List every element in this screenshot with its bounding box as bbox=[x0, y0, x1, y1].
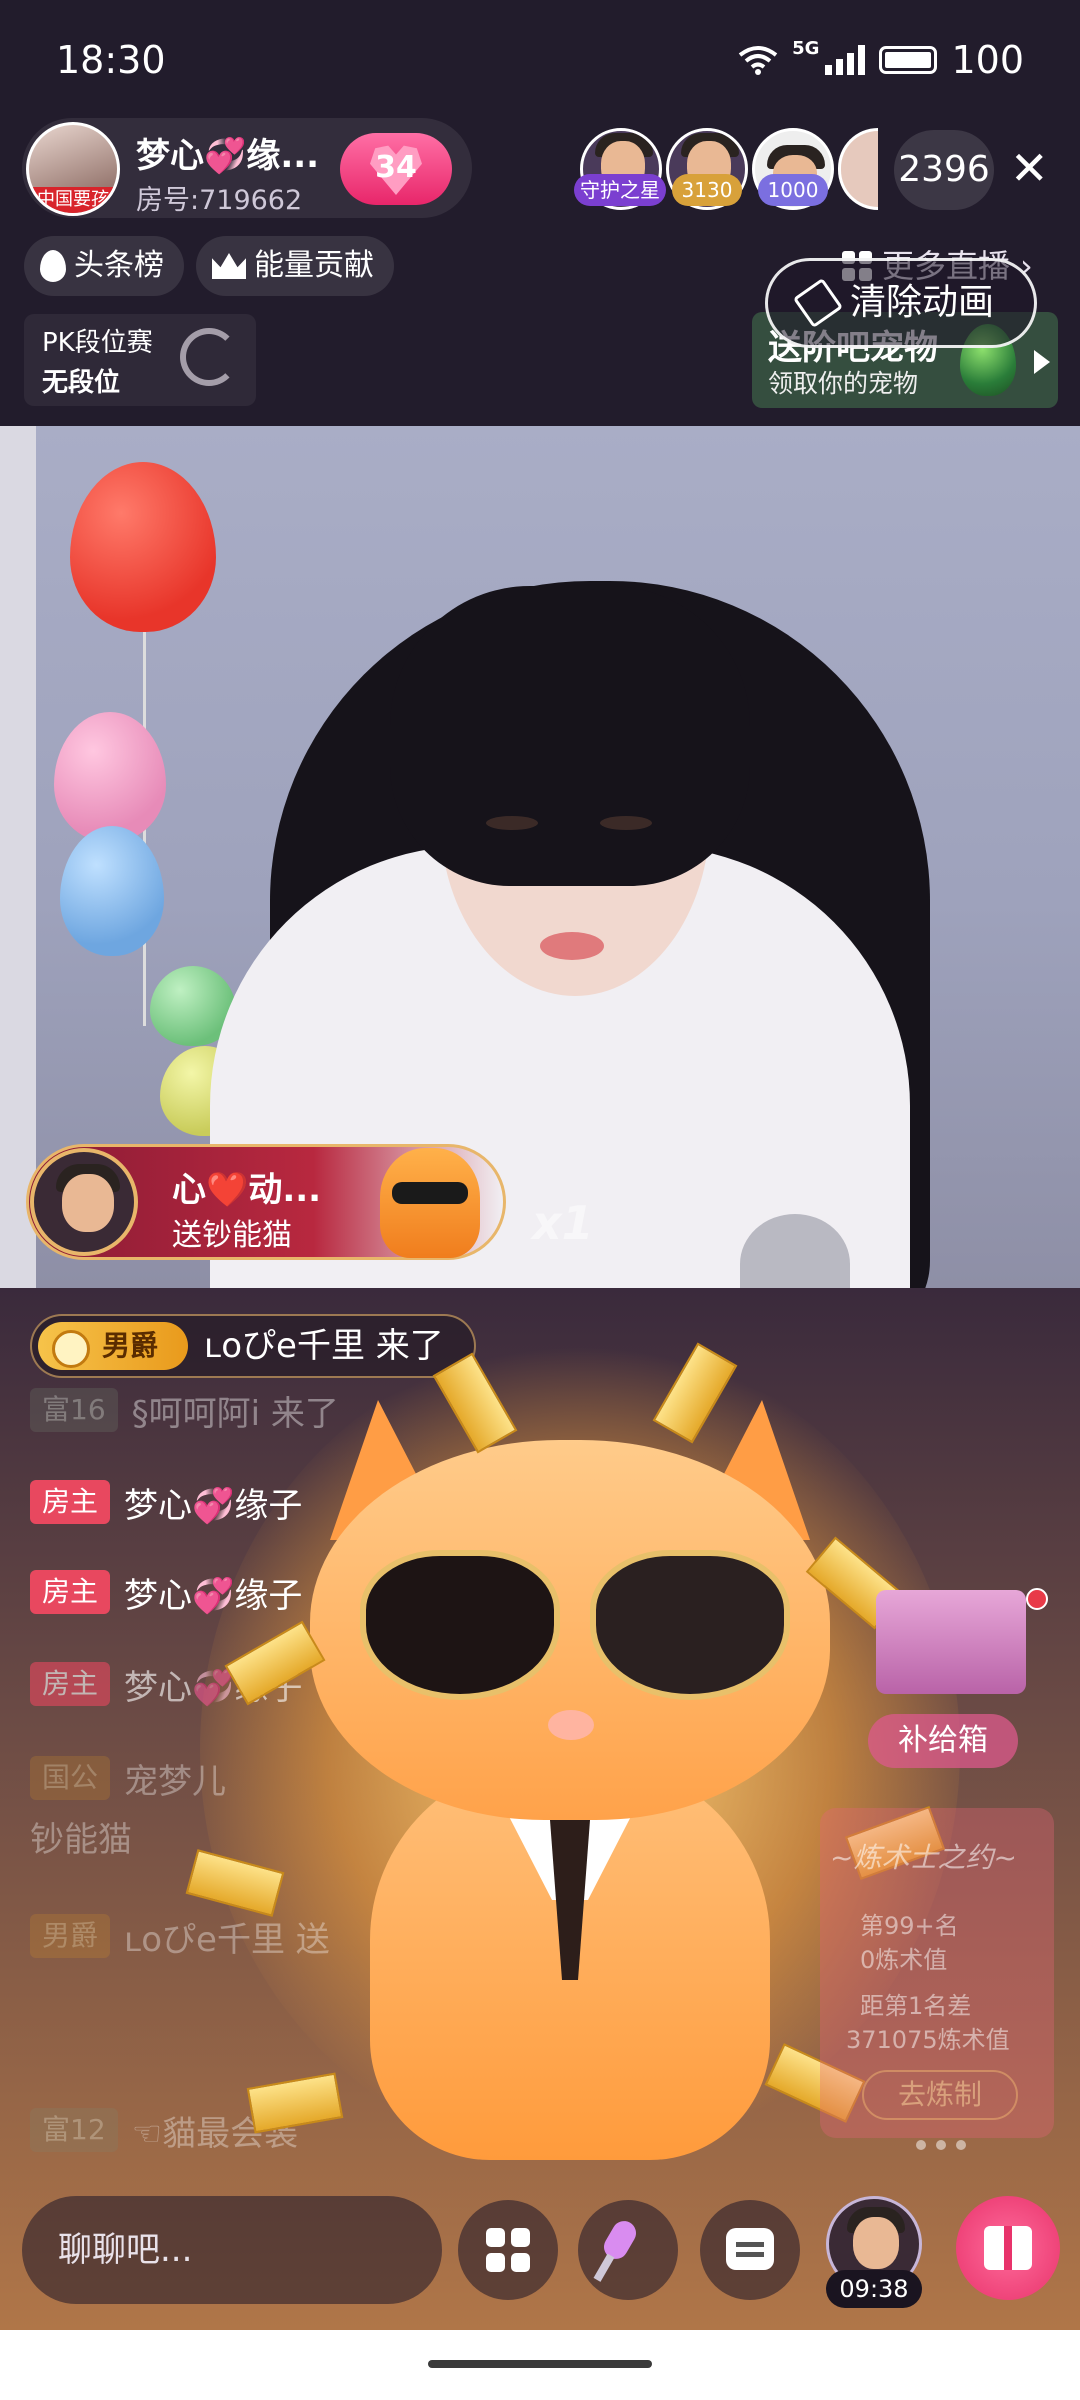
play-arrow-icon bbox=[1034, 350, 1050, 374]
viewer-badge: 守护之星 bbox=[574, 174, 666, 206]
headlines-tab[interactable]: 头条榜 bbox=[24, 236, 184, 296]
energy-label: 能量贡献 bbox=[254, 248, 374, 283]
gift-count: x1 bbox=[532, 1196, 594, 1250]
gift-sender-avatar[interactable] bbox=[30, 1148, 138, 1256]
chat-text: 宠梦儿 bbox=[124, 1761, 227, 1802]
chat-text: 梦心💞缘子 bbox=[124, 1485, 303, 1526]
chat-message[interactable]: 男爵 ʟoぴe千里 送 bbox=[30, 1908, 330, 1964]
host-name: 梦心💞缘... bbox=[136, 136, 320, 176]
level-tag: 富12 bbox=[30, 2108, 118, 2152]
gift-description: 送钞能猫 bbox=[172, 1218, 292, 1253]
mic-icon bbox=[599, 2216, 641, 2264]
supply-chest-icon[interactable] bbox=[876, 1590, 1026, 1694]
headlines-label: 头条榜 bbox=[74, 248, 164, 283]
viewer-badge: 1000 bbox=[758, 174, 828, 206]
supply-box-button[interactable]: 补给箱 bbox=[868, 1714, 1018, 1768]
pet-banner-subtitle: 领取你的宠物 bbox=[768, 369, 919, 398]
grid-icon bbox=[486, 2228, 530, 2272]
balloon bbox=[54, 712, 166, 842]
follow-heart-button[interactable]: 34 bbox=[340, 133, 452, 205]
swirl-icon bbox=[180, 328, 238, 386]
level-tag: 男爵 bbox=[30, 1914, 111, 1958]
alchemy-gap: 距第1名差 bbox=[860, 1992, 972, 2020]
broom-icon bbox=[792, 277, 844, 329]
chat-text: 梦心💞缘子 bbox=[124, 1575, 303, 1616]
status-icons: 5G 100 bbox=[738, 38, 1024, 82]
chat-text: 钞能猫 bbox=[30, 1819, 132, 1860]
host-avatar-tag: 中国要孩 bbox=[29, 187, 117, 213]
timer-badge: 09:38 bbox=[826, 2270, 922, 2308]
pk-title: PK段位赛 bbox=[42, 328, 153, 358]
chat-message[interactable]: 国公 宠梦儿 bbox=[30, 1750, 226, 1806]
gift-button[interactable] bbox=[956, 2196, 1060, 2300]
chat-icon bbox=[726, 2228, 774, 2270]
gift-sender-name: 心❤️动... bbox=[172, 1170, 322, 1210]
room-number: 房号:719662 bbox=[136, 185, 303, 216]
chat-message[interactable]: 钞能猫 bbox=[30, 1808, 132, 1864]
duke-badge: 男爵 bbox=[38, 1322, 188, 1370]
balloon bbox=[70, 462, 216, 632]
level-tag: 国公 bbox=[30, 1756, 111, 1800]
signal-icon bbox=[825, 45, 866, 75]
chat-message[interactable]: 房主 梦心💞缘子 bbox=[30, 1564, 302, 1620]
gift-icon bbox=[984, 2226, 1032, 2270]
money-cat-gift-icon bbox=[380, 1148, 480, 1258]
notification-dot bbox=[1026, 1588, 1048, 1610]
alchemy-gap-value: 371075炼术值 bbox=[846, 2026, 1010, 2054]
battery-icon bbox=[879, 46, 938, 74]
more-features-button[interactable] bbox=[458, 2200, 558, 2300]
message-button[interactable] bbox=[700, 2200, 800, 2300]
level-tag: 富16 bbox=[30, 1388, 118, 1432]
viewer-count[interactable]: 2396 bbox=[894, 130, 994, 210]
viewer-avatar[interactable] bbox=[838, 128, 878, 210]
entry-banner: 男爵 ʟoぴe千里 来了 bbox=[30, 1314, 476, 1378]
clear-animation-label: 清除动画 bbox=[850, 282, 995, 323]
money-cat-animation bbox=[185, 1342, 946, 2180]
pager-dots bbox=[916, 2140, 966, 2150]
chat-message[interactable]: 房主 梦心💞缘子 bbox=[30, 1474, 302, 1530]
balloon bbox=[60, 826, 164, 956]
host-avatar[interactable]: 中国要孩 bbox=[26, 122, 120, 216]
host-tag: 房主 bbox=[30, 1570, 111, 1614]
heart-count: 34 bbox=[375, 150, 417, 185]
pk-rank: 无段位 bbox=[42, 368, 121, 398]
host-tag: 房主 bbox=[30, 1662, 111, 1706]
clear-animation-button[interactable]: 清除动画 bbox=[765, 258, 1037, 348]
energy-tab[interactable]: 能量贡献 bbox=[196, 236, 394, 296]
status-time: 18:30 bbox=[56, 38, 166, 82]
network-type: 5G bbox=[792, 38, 820, 59]
viewer-badge: 3130 bbox=[672, 174, 742, 206]
voice-button[interactable] bbox=[578, 2200, 678, 2300]
entry-text: ʟoぴe千里 来了 bbox=[204, 1326, 444, 1366]
host-tag: 房主 bbox=[30, 1480, 111, 1524]
wifi-icon bbox=[738, 46, 778, 75]
home-indicator[interactable] bbox=[428, 2360, 652, 2368]
alchemy-button[interactable]: 去炼制 bbox=[862, 2070, 1018, 2120]
close-icon[interactable]: ✕ bbox=[1010, 140, 1049, 196]
chat-input[interactable]: 聊聊吧... bbox=[22, 2196, 442, 2304]
battery-level: 100 bbox=[951, 38, 1024, 82]
alchemy-value: 0炼术值 bbox=[860, 1946, 948, 1974]
drop-icon bbox=[40, 250, 66, 282]
crown-icon bbox=[212, 253, 246, 279]
alchemy-title: ~炼术士之约~ bbox=[830, 1841, 1017, 1874]
alchemy-rank: 第99+名 bbox=[860, 1912, 959, 1940]
